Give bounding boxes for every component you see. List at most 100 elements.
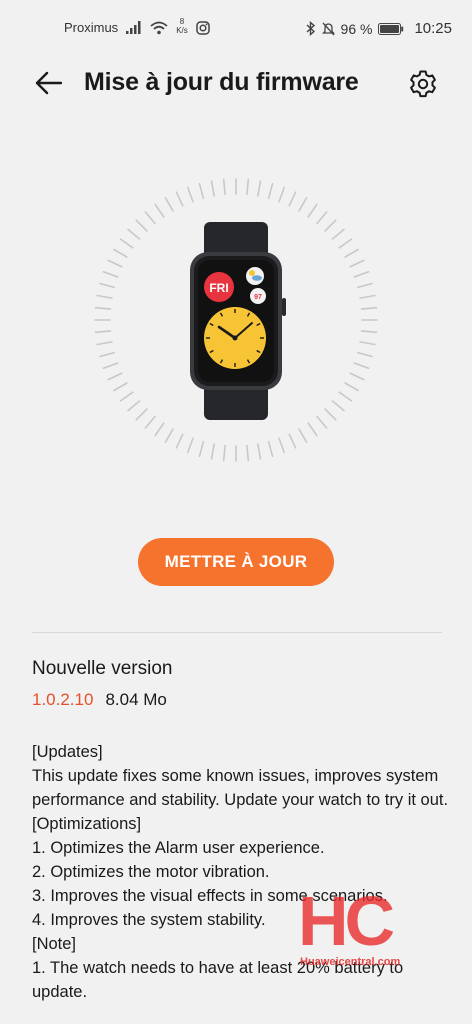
ring-tick	[359, 341, 376, 346]
ring-tick	[198, 440, 205, 457]
ring-tick	[94, 306, 112, 310]
status-right: 96 % 10:25	[306, 20, 452, 37]
ring-tick	[338, 391, 353, 402]
back-button[interactable]	[30, 65, 66, 101]
ring-tick	[298, 197, 308, 212]
ring-tick	[102, 270, 119, 278]
ring-tick	[119, 238, 134, 249]
ring-tick	[210, 443, 215, 460]
ring-tick	[288, 433, 297, 449]
status-bar: Proximus 8 K/s 96 % 10:25	[0, 0, 472, 60]
ring-tick	[102, 362, 119, 370]
notes-line: [Updates]	[32, 743, 103, 761]
ring-tick	[175, 433, 184, 449]
ring-tick	[119, 391, 134, 402]
back-arrow-icon	[35, 71, 62, 95]
ring-tick	[344, 248, 359, 258]
ring-tick	[186, 437, 194, 454]
ring-tick	[99, 282, 116, 289]
notes-line: 4. Improves the system stability.	[32, 911, 266, 929]
notes-line: [Optimizations]	[32, 815, 142, 833]
settings-button[interactable]	[404, 65, 442, 103]
ring-tick	[210, 180, 215, 197]
ring-tick	[222, 444, 226, 462]
watch-day-label: FRI	[209, 281, 228, 295]
ring-tick	[127, 228, 141, 240]
notes-line: 1. The watch needs to have at least 20% …	[32, 959, 404, 1001]
notes-line: 2. Optimizes the motor vibration.	[32, 863, 270, 881]
watch-image: FRI 97	[94, 178, 378, 462]
ring-tick	[356, 351, 373, 358]
app-header: Mise à jour du firmware	[0, 55, 472, 111]
ring-tick	[257, 180, 262, 197]
ring-tick	[298, 428, 308, 443]
watch-illustration: FRI 97	[86, 170, 386, 470]
ring-tick	[338, 238, 353, 249]
ring-tick	[278, 437, 286, 454]
ring-tick	[353, 270, 370, 278]
ring-tick	[278, 186, 286, 203]
ring-tick	[113, 248, 128, 258]
update-size: 8.04 Mo	[105, 690, 167, 709]
ring-tick	[360, 306, 378, 310]
ring-tick	[164, 428, 174, 443]
ring-tick	[257, 443, 262, 460]
ring-tick	[154, 422, 165, 437]
ring-tick	[144, 415, 156, 429]
signal-icon	[126, 21, 141, 34]
mute-icon	[321, 22, 335, 35]
ring-tick	[267, 440, 274, 457]
ring-tick	[107, 259, 123, 268]
ring-tick	[246, 444, 250, 462]
notes-line: [Note]	[32, 935, 77, 953]
version-info: 1.0.2.10 8.04 Mo	[32, 690, 167, 710]
ring-tick	[331, 228, 345, 240]
status-left: Proximus 8 K/s	[64, 16, 210, 35]
release-notes: [Updates] This update fixes some known i…	[32, 740, 452, 1004]
ring-tick	[344, 382, 359, 392]
battery-icon	[378, 22, 404, 35]
ring-tick	[288, 191, 297, 207]
ring-tick	[307, 422, 318, 437]
ring-tick	[99, 351, 116, 358]
notes-line: 1. Optimizes the Alarm user experience.	[32, 839, 325, 857]
ring-tick	[316, 211, 328, 225]
ring-tick	[246, 178, 250, 196]
ring-tick	[198, 183, 205, 200]
carrier-name: Proximus	[64, 20, 119, 35]
ring-tick	[353, 362, 370, 370]
ring-tick	[349, 372, 365, 381]
bluetooth-icon	[306, 21, 315, 36]
ring-tick	[360, 330, 378, 334]
ring-tick	[94, 330, 112, 334]
watch-small-label: 97	[254, 294, 262, 301]
new-version-heading: Nouvelle version	[32, 658, 173, 679]
ring-tick	[331, 400, 345, 412]
ring-tick	[135, 219, 148, 232]
section-divider	[32, 632, 442, 633]
version-number: 1.0.2.10	[32, 690, 94, 709]
ring-tick	[324, 408, 337, 421]
notes-line: This update fixes some known issues, imp…	[32, 767, 449, 809]
instagram-icon	[196, 20, 210, 35]
clock: 10:25	[414, 20, 452, 37]
battery-percent: 96 %	[340, 20, 373, 37]
ring-tick	[267, 183, 274, 200]
ring-tick	[186, 186, 194, 203]
update-button[interactable]: METTRE À JOUR	[138, 538, 334, 586]
ring-tick	[113, 382, 128, 392]
ring-tick	[154, 203, 165, 218]
gear-icon	[410, 70, 436, 98]
ring-tick	[127, 400, 141, 412]
ring-tick	[349, 259, 365, 268]
ring-tick	[324, 219, 337, 232]
ring-tick	[96, 341, 113, 346]
ring-tick	[222, 178, 226, 196]
ring-tick	[164, 197, 174, 212]
ring-tick	[107, 372, 123, 381]
ring-tick	[135, 408, 148, 421]
network-speed-value: 8	[179, 16, 185, 26]
ring-tick	[356, 282, 373, 289]
ring-tick	[316, 415, 328, 429]
ring-tick	[96, 294, 113, 299]
